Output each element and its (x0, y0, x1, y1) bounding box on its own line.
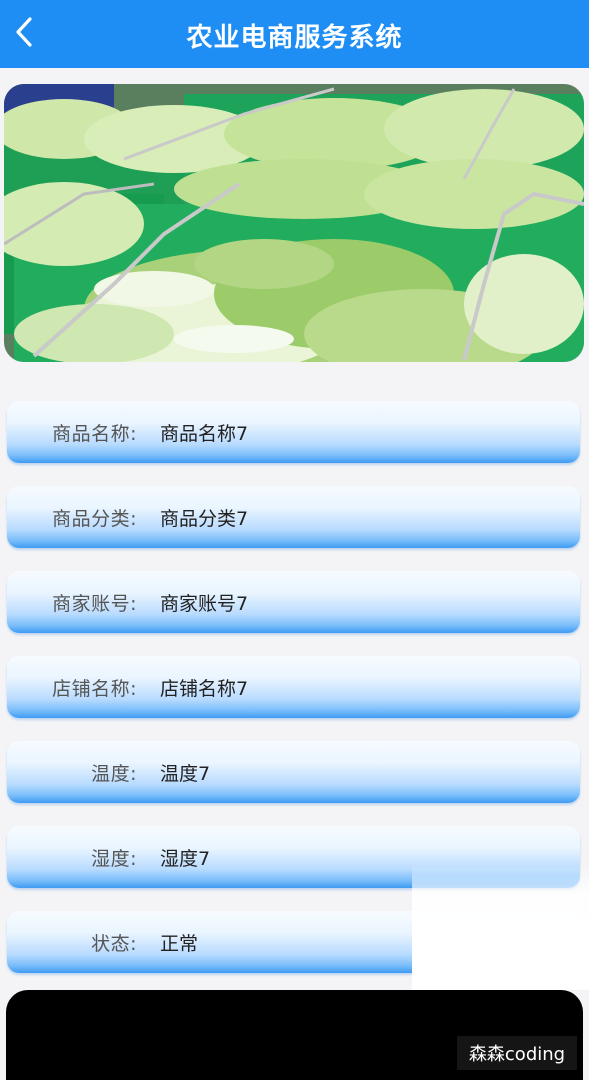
field-store-name: 店铺名称: 店铺名称7 (7, 656, 580, 718)
field-temperature: 温度: 温度7 (7, 741, 580, 803)
field-label: 湿度: (91, 847, 137, 870)
field-value: 店铺名称7 (160, 677, 249, 700)
back-button[interactable] (6, 12, 42, 52)
header-bar: 农业电商服务系统 (0, 0, 589, 68)
app-screen: 农业电商服务系统 商品名称: 商品名称7 商品分类: 商品分类7 商家账号: 商… (0, 0, 589, 1080)
field-label: 商品分类: (52, 507, 137, 530)
field-value: 商品名称7 (160, 422, 249, 445)
field-label: 商家账号: (52, 592, 137, 615)
page-title: 农业电商服务系统 (186, 22, 403, 53)
field-value: 正常 (160, 932, 199, 955)
field-value: 商家账号7 (160, 592, 249, 615)
field-label: 店铺名称: (52, 677, 137, 700)
field-value: 温度7 (160, 762, 211, 785)
field-product-category: 商品分类: 商品分类7 (7, 486, 580, 548)
product-image (4, 84, 584, 362)
field-value: 湿度7 (160, 847, 211, 870)
field-product-name: 商品名称: 商品名称7 (7, 401, 580, 463)
field-merchant-account: 商家账号: 商家账号7 (7, 571, 580, 633)
video-overlay-fade (412, 864, 589, 990)
field-label: 商品名称: (52, 422, 137, 445)
field-value: 商品分类7 (160, 507, 249, 530)
field-label: 状态: (91, 932, 137, 955)
chevron-left-icon (16, 17, 32, 47)
watermark: 森森coding (457, 1036, 577, 1070)
field-label: 温度: (91, 762, 137, 785)
